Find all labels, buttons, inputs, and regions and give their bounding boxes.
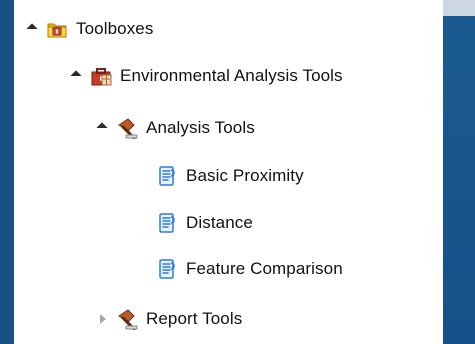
script-tool-icon: [156, 212, 178, 234]
script-tool-icon: [156, 258, 178, 280]
toolbox-icon: [90, 65, 112, 87]
tree-item-label: Report Tools: [146, 309, 243, 328]
catalog-panel: Toolboxes Environmental Analysis Tools A…: [14, 0, 443, 344]
toolset-icon: [116, 117, 138, 139]
tree-item-label: Analysis Tools: [146, 118, 255, 137]
tree-item-toolboxes[interactable]: Toolboxes: [28, 14, 153, 44]
expand-arrow-icon[interactable]: [98, 123, 108, 133]
expand-arrow-icon[interactable]: [28, 24, 38, 34]
background-right-edge: [443, 0, 475, 344]
tree-item-distance[interactable]: Distance: [156, 208, 253, 238]
toolset-icon: [116, 308, 138, 330]
script-tool-icon: [156, 165, 178, 187]
tree-item-basic-proximity[interactable]: Basic Proximity: [156, 161, 304, 191]
toolbox-tree: Toolboxes Environmental Analysis Tools A…: [14, 0, 443, 344]
expand-arrow-icon[interactable]: [72, 71, 82, 81]
tree-item-label: Basic Proximity: [186, 166, 304, 185]
tree-item-label: Feature Comparison: [186, 259, 343, 278]
tree-item-analysis-tools[interactable]: Analysis Tools: [98, 113, 255, 143]
tree-item-label: Environmental Analysis Tools: [120, 66, 343, 85]
tree-item-label: Toolboxes: [76, 19, 154, 38]
tree-item-environmental-analysis-tools[interactable]: Environmental Analysis Tools: [72, 61, 343, 91]
folder-icon: [46, 18, 68, 40]
collapse-arrow-icon[interactable]: [98, 314, 108, 324]
tree-item-feature-comparison[interactable]: Feature Comparison: [156, 254, 343, 284]
tree-item-report-tools[interactable]: Report Tools: [98, 304, 242, 334]
tree-item-label: Distance: [186, 213, 253, 232]
